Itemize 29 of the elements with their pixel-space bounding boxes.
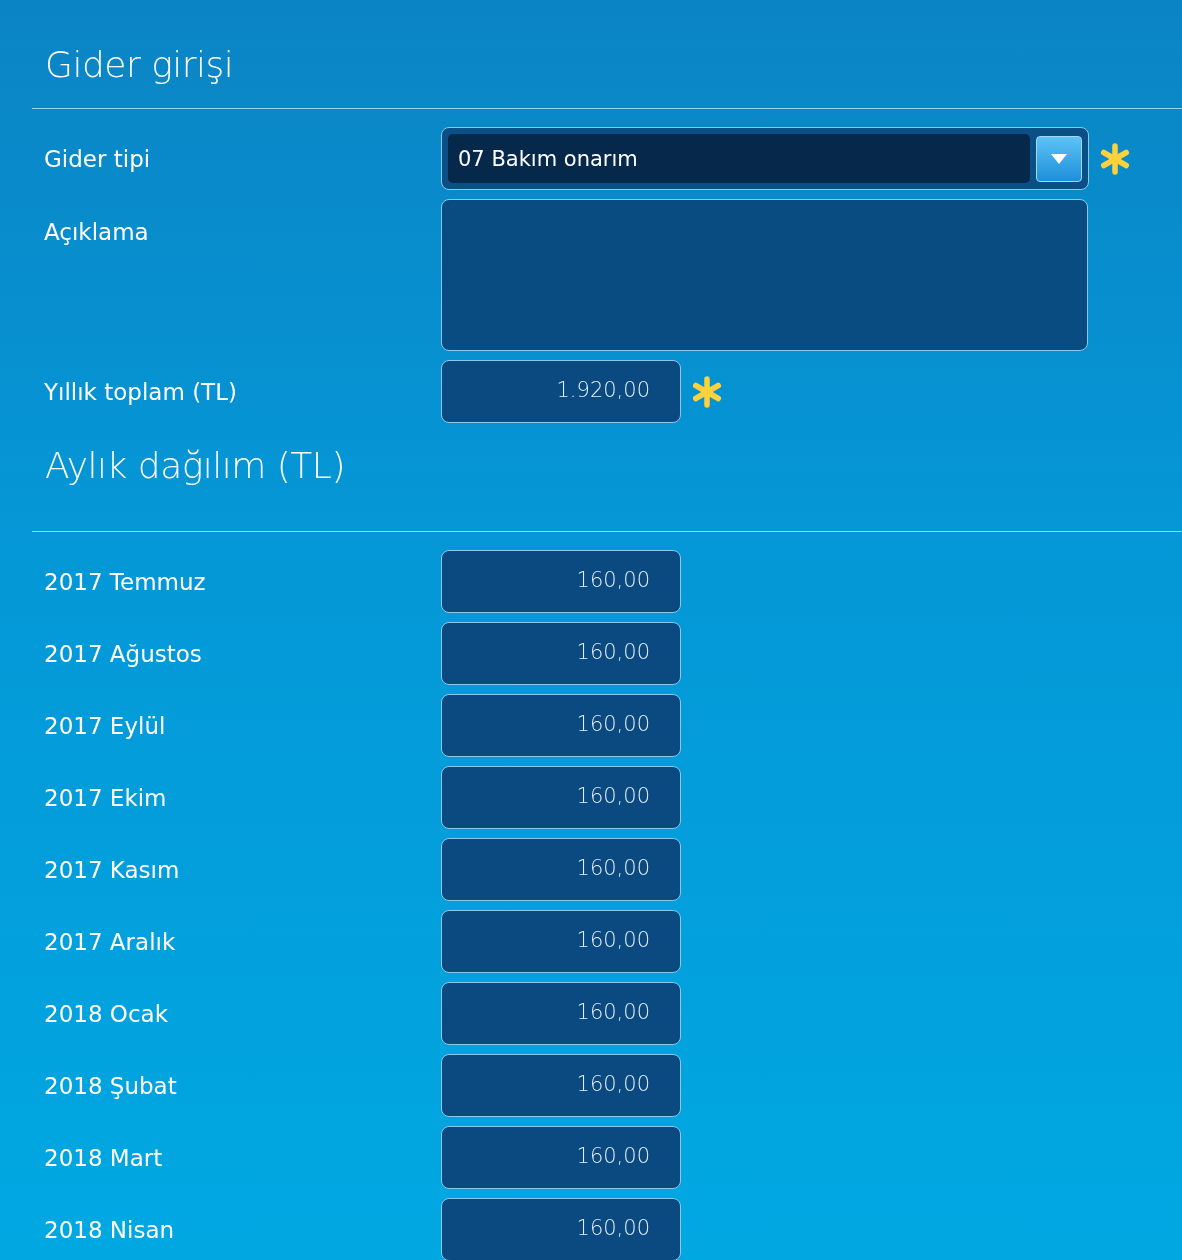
section-title: Aylık dağılım (TL) xyxy=(44,444,346,488)
field-label: 2017 Temmuz xyxy=(43,568,207,595)
field-label: 2017 Ekim xyxy=(43,784,168,811)
input-field[interactable]: 160,00 xyxy=(441,550,681,613)
field-label: 2017 Eylül xyxy=(43,712,167,739)
input-field[interactable]: 160,00 xyxy=(441,1126,681,1189)
field-label: 2017 Ağustos xyxy=(43,640,203,667)
input-field[interactable]: 160,00 xyxy=(441,694,681,757)
field-label: 2018 Ocak xyxy=(43,1000,169,1027)
field-label: Açıklama xyxy=(43,218,150,245)
field-label: Yıllık toplam (TL) xyxy=(43,378,238,405)
input-field[interactable]: 160,00 xyxy=(441,838,681,901)
field-label: 2018 Mart xyxy=(43,1144,164,1171)
input-field[interactable]: 1.920,00 xyxy=(441,360,681,423)
field-label: 2018 Nisan xyxy=(43,1216,176,1243)
input-field[interactable]: 160,00 xyxy=(441,982,681,1045)
input-field[interactable]: 160,00 xyxy=(441,910,681,973)
section-title: Gider girişi xyxy=(44,43,235,87)
input-field[interactable]: 160,00 xyxy=(441,766,681,829)
dropdown-button[interactable] xyxy=(1036,135,1082,182)
field-label: 2017 Aralık xyxy=(43,928,177,955)
caret-icon xyxy=(1049,152,1069,165)
dropdown[interactable]: 07 Bakım onarım xyxy=(441,127,1089,190)
input-field[interactable]: 160,00 xyxy=(441,1198,681,1260)
field-label: 2018 Şubat xyxy=(43,1072,178,1099)
field-label: 2017 Kasım xyxy=(43,856,181,883)
input-field[interactable]: 160,00 xyxy=(441,1054,681,1117)
field-label: Gider tipi xyxy=(43,145,152,172)
input-field[interactable]: 160,00 xyxy=(441,622,681,685)
